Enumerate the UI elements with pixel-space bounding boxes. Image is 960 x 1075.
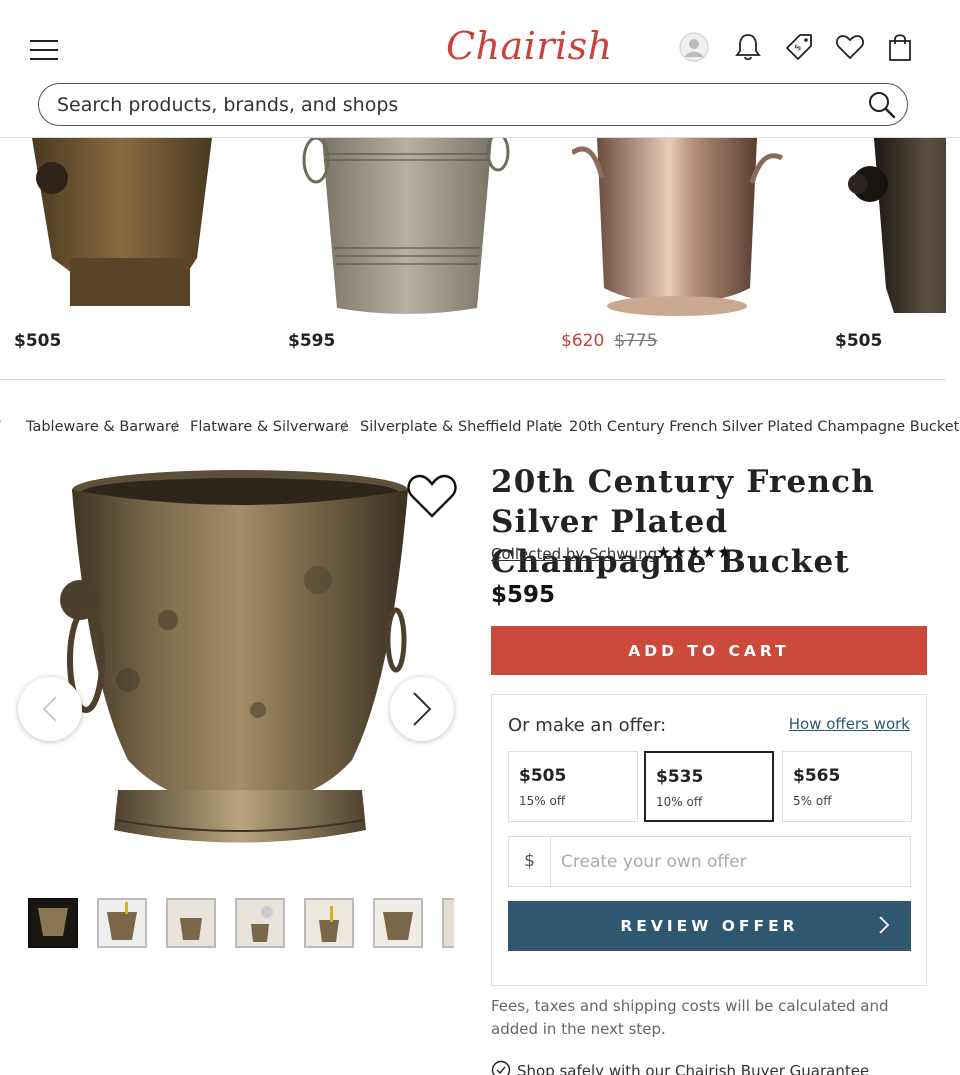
thumbnail[interactable] — [442, 898, 454, 948]
seller-rating-stars: ★★★★★ — [656, 543, 733, 562]
breadcrumb-item[interactable]: Tableware & Barware — [26, 419, 179, 435]
heart-icon[interactable] — [835, 32, 865, 62]
thumbnail[interactable] — [166, 898, 216, 948]
product-title: 20th Century French Silver Plated Champa… — [491, 464, 875, 580]
recommendations-carousel[interactable]: $505 $595 $620 $775 $505 — [0, 138, 946, 380]
account-icon[interactable] — [679, 32, 709, 62]
offer-option-10-selected[interactable]: $535 10% off — [644, 751, 774, 822]
chevron-right-icon — [879, 916, 890, 934]
check-circle-icon — [491, 1060, 511, 1075]
fees-notice: Fees, taxes and shipping costs will be c… — [491, 997, 889, 1038]
breadcrumb-item-current[interactable]: 20th Century French Silver Plated Champa… — [569, 419, 959, 435]
sale-price: $620 — [561, 331, 605, 351]
thumbnail[interactable] — [373, 898, 423, 948]
how-offers-work-link[interactable]: How offers work — [789, 715, 910, 733]
product-image[interactable] — [572, 138, 787, 318]
breadcrumb-item[interactable]: Silverplate & Sheffield Plate — [360, 419, 562, 435]
price-tag-icon[interactable]: $ — [784, 32, 814, 62]
buyer-guarantee-text: Shop safely with our Chairish Buyer Guar… — [517, 1062, 870, 1075]
review-offer-button[interactable]: REVIEW OFFER — [508, 901, 911, 951]
offer-option-5[interactable]: $565 5% off — [782, 751, 912, 822]
seller-link[interactable]: Collected by Schwung — [491, 545, 657, 563]
custom-offer-field[interactable]: $ — [508, 836, 911, 887]
product-price: $595 — [491, 582, 556, 608]
chevron-left-icon — [42, 696, 57, 722]
offer-label: Or make an offer: — [508, 715, 667, 736]
original-price: $775 — [614, 331, 658, 351]
thumbnail[interactable] — [28, 898, 78, 948]
product-image[interactable] — [22, 138, 222, 318]
thumbnail[interactable] — [235, 898, 285, 948]
offer-discount: 10% off — [656, 795, 703, 809]
offer-discount: 5% off — [793, 794, 832, 808]
chevron-right-icon — [413, 692, 432, 726]
recommendation-price: $595 — [288, 331, 336, 351]
currency-symbol: $ — [509, 837, 551, 886]
previous-image-button[interactable] — [18, 677, 82, 741]
chairish-logo[interactable]: Chairish — [446, 24, 613, 68]
buyer-guarantee[interactable]: Shop safely with our Chairish Buyer Guar… — [491, 1060, 869, 1075]
search-input[interactable] — [57, 90, 837, 120]
make-offer-panel: Or make an offer: How offers work $505 1… — [491, 694, 927, 986]
offer-amount: $505 — [519, 766, 567, 786]
favorite-heart-icon[interactable] — [406, 472, 458, 520]
product-main-image[interactable] — [18, 460, 458, 880]
recommendation-price: $620 $775 — [561, 331, 658, 351]
offer-amount: $565 — [793, 766, 841, 786]
recommendation-price: $505 — [14, 331, 62, 351]
breadcrumb-item[interactable]: Flatware & Silverware — [190, 419, 349, 435]
svg-text:$: $ — [793, 43, 804, 54]
custom-offer-input[interactable] — [561, 847, 901, 877]
add-to-cart-button[interactable]: ADD TO CART — [491, 626, 927, 675]
review-offer-label: REVIEW OFFER — [620, 917, 799, 935]
thumbnail[interactable] — [304, 898, 354, 948]
breadcrumb: / Tableware & Barware / Flatware & Silve… — [0, 419, 960, 435]
bell-icon[interactable] — [733, 32, 763, 62]
recommendation-price: $505 — [835, 331, 883, 351]
product-image[interactable] — [302, 138, 512, 320]
site-header: Chairish $ — [0, 0, 960, 138]
menu-icon[interactable] — [30, 40, 58, 62]
thumbnail[interactable] — [97, 898, 147, 948]
offer-discount: 15% off — [519, 794, 566, 808]
offer-option-15[interactable]: $505 15% off — [508, 751, 638, 822]
shopping-bag-icon[interactable] — [885, 32, 915, 62]
thumbnail-strip — [28, 898, 454, 950]
search-icon[interactable] — [867, 90, 897, 120]
next-image-button[interactable] — [390, 677, 454, 741]
search-bar[interactable] — [38, 83, 908, 126]
offer-amount: $535 — [656, 767, 704, 787]
product-image[interactable] — [844, 138, 946, 316]
